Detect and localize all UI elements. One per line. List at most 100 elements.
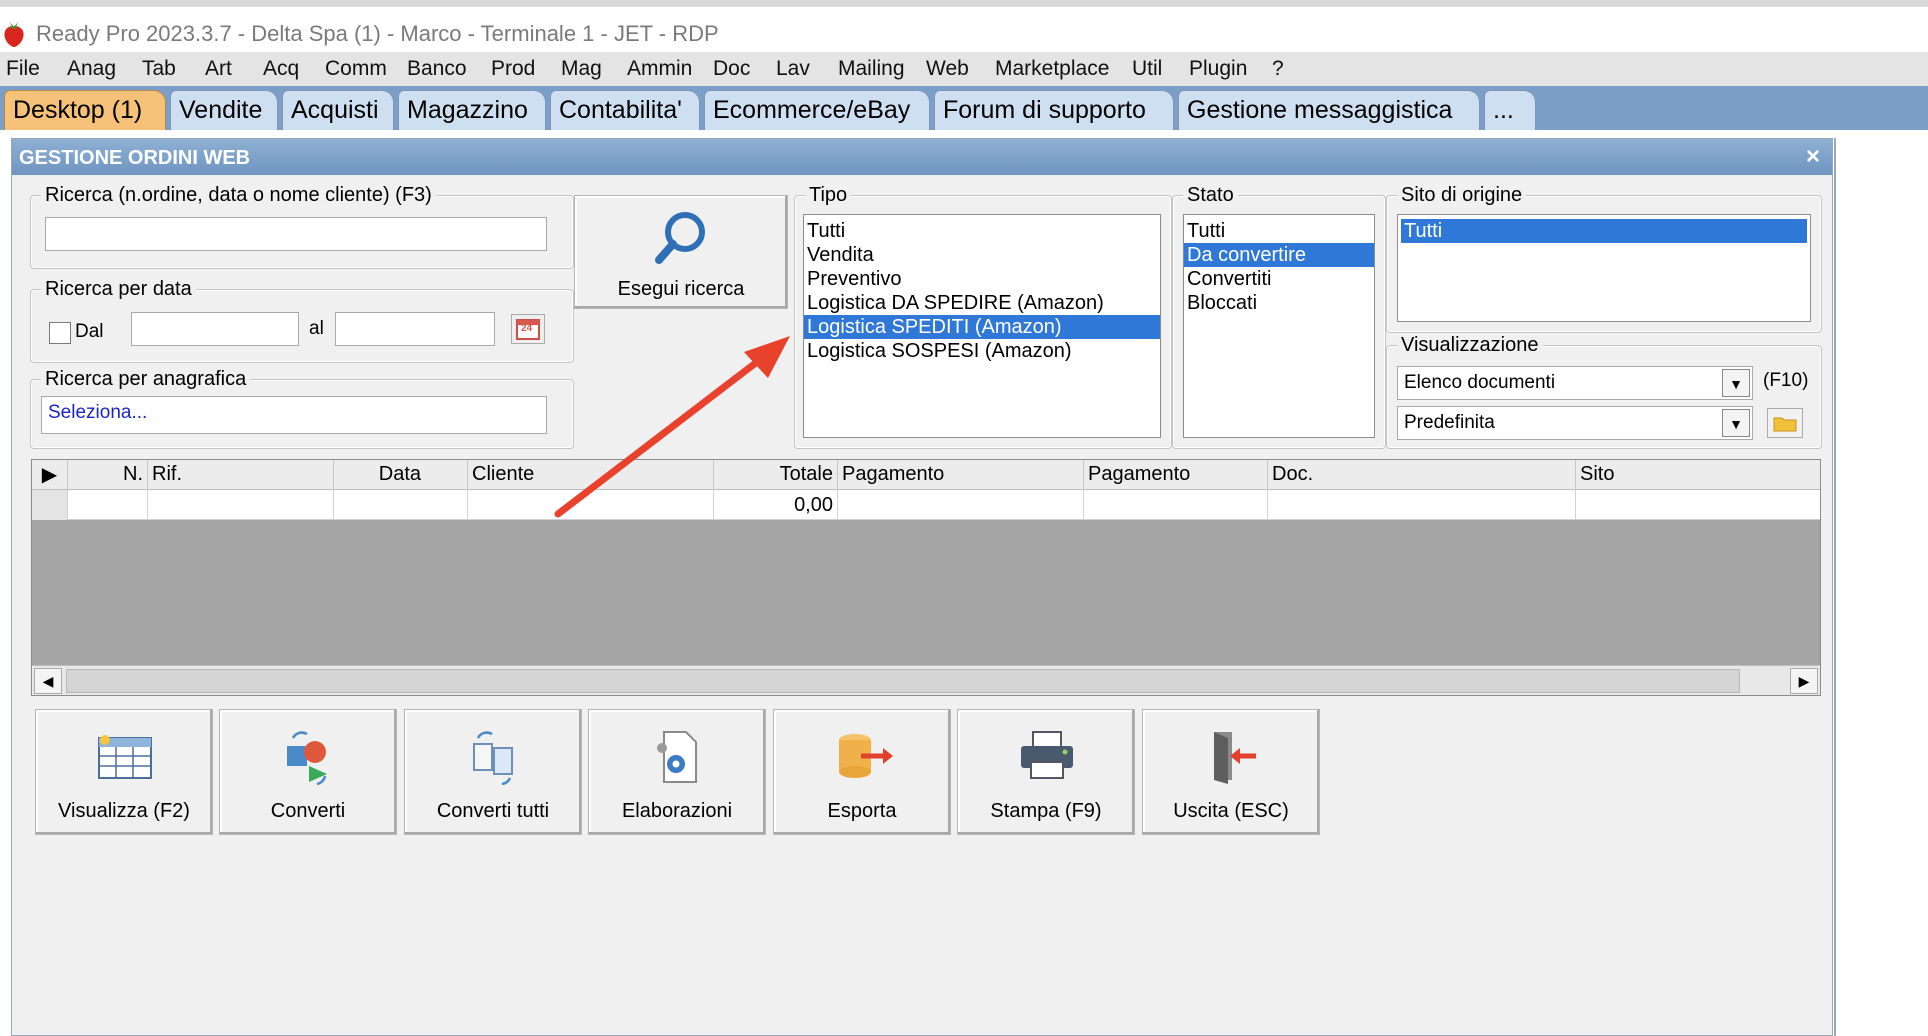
tab-contabilita[interactable]: Contabilita' [550, 90, 700, 130]
app-root: Ready Pro 2023.3.7 - Delta Spa (1) - Mar… [0, 0, 1928, 1036]
menu-prod[interactable]: Prod [491, 57, 535, 81]
database-export-icon [839, 734, 893, 778]
menu-marketplace[interactable]: Marketplace [995, 57, 1109, 81]
menu-web[interactable]: Web [926, 57, 969, 81]
date-from-checkbox[interactable] [49, 322, 71, 344]
menu-mag[interactable]: Mag [561, 57, 602, 81]
col-doc[interactable]: Doc. [1268, 460, 1576, 490]
tab-vendite[interactable]: Vendite [170, 90, 278, 130]
search-group: Ricerca (n.ordine, data o nome cliente) … [30, 184, 574, 269]
tab-forum[interactable]: Forum di supporto [934, 90, 1174, 130]
col-sito[interactable]: Sito [1576, 460, 1822, 490]
tab-desktop[interactable]: Desktop (1) [4, 90, 166, 130]
convert-all-icon [473, 731, 513, 786]
export-button[interactable]: Esporta [773, 709, 951, 835]
menu-doc[interactable]: Doc [713, 57, 750, 81]
horizontal-scrollbar[interactable]: ◀ ▶ [32, 665, 1820, 695]
sito-legend: Sito di origine [1397, 184, 1527, 207]
stato-group: Stato Tutti Da convertire Convertiti Blo… [1172, 184, 1386, 449]
date-to-input[interactable] [335, 312, 495, 346]
window-right-border [1834, 138, 1836, 1036]
table-row[interactable]: 0,00 [32, 490, 1820, 520]
stato-option[interactable]: Convertiti [1184, 267, 1374, 291]
menu-tab[interactable]: Tab [142, 57, 176, 81]
stato-option[interactable]: Tutti [1184, 219, 1374, 243]
menu-mailing[interactable]: Mailing [838, 57, 905, 81]
convert-button[interactable]: Converti [219, 709, 397, 835]
menu-anag[interactable]: Anag [67, 57, 116, 81]
tipo-option[interactable]: Tutti [804, 219, 1160, 243]
close-icon[interactable]: × [1806, 143, 1820, 171]
tab-acquisti[interactable]: Acquisti [282, 90, 394, 130]
tab-messaggistica[interactable]: Gestione messaggistica [1178, 90, 1480, 130]
tipo-option[interactable]: Preventivo [804, 267, 1160, 291]
layout-folder-button[interactable] [1767, 408, 1803, 438]
chevron-down-icon[interactable]: ▼ [1722, 409, 1750, 437]
stato-option[interactable]: Bloccati [1184, 291, 1374, 315]
cell-cliente [468, 490, 714, 520]
tab-ecommerce[interactable]: Ecommerce/eBay [704, 90, 930, 130]
menu-help[interactable]: ? [1272, 57, 1284, 81]
scroll-right-icon[interactable]: ▶ [1790, 668, 1818, 694]
print-button[interactable]: Stampa (F9) [957, 709, 1135, 835]
date-to-label: al [309, 318, 324, 339]
col-numero[interactable]: N. [68, 460, 148, 490]
layout-select[interactable]: Predefinita ▼ [1397, 406, 1753, 440]
cell-sito [1576, 490, 1822, 520]
anagrafica-select[interactable]: Seleziona... [41, 396, 547, 434]
tipo-option[interactable]: Logistica SOSPESI (Amazon) [804, 339, 1160, 363]
col-rif[interactable]: Rif. [148, 460, 334, 490]
printer-icon [1021, 731, 1073, 779]
calendar-button[interactable]: 24 [511, 314, 545, 344]
sito-listbox[interactable]: Tutti [1397, 214, 1811, 322]
menu-comm[interactable]: Comm [325, 57, 387, 81]
col-pagamento[interactable]: Pagamento [838, 460, 1084, 490]
search-input[interactable] [45, 217, 547, 251]
grid-header: ▶ N. Rif. Data Cliente Totale Pagamento … [32, 460, 1820, 490]
magnifier-icon [655, 212, 705, 264]
exit-button[interactable]: Uscita (ESC) [1142, 709, 1320, 835]
view-mode-shortcut: (F10) [1763, 370, 1809, 391]
view-button-label: Visualizza (F2) [58, 800, 190, 822]
date-search-legend: Ricerca per data [41, 278, 196, 301]
convert-all-button[interactable]: Converti tutti [404, 709, 582, 835]
scroll-thumb[interactable] [66, 669, 1740, 693]
menu-banco[interactable]: Banco [407, 57, 467, 81]
tipo-option[interactable]: Logistica DA SPEDIRE (Amazon) [804, 291, 1160, 315]
orders-grid: ▶ N. Rif. Data Cliente Totale Pagamento … [31, 459, 1821, 696]
search-button[interactable]: Esegui ricerca [574, 195, 788, 309]
chevron-down-icon[interactable]: ▼ [1722, 369, 1750, 397]
col-data[interactable]: Data [334, 460, 468, 490]
sito-option-selected[interactable]: Tutti [1401, 219, 1807, 243]
print-button-label: Stampa (F9) [990, 800, 1102, 822]
tipo-option-selected[interactable]: Logistica SPEDITI (Amazon) [804, 315, 1160, 339]
tipo-group: Tipo Tutti Vendita Preventivo Logistica … [794, 184, 1172, 449]
menu-acq[interactable]: Acq [263, 57, 299, 81]
convert-all-button-label: Converti tutti [436, 800, 550, 822]
menu-plugin[interactable]: Plugin [1189, 57, 1247, 81]
menu-file[interactable]: File [6, 57, 40, 81]
processing-button-label: Elaborazioni [621, 800, 733, 822]
strawberry-icon [4, 22, 24, 47]
processing-button[interactable]: Elaborazioni [588, 709, 766, 835]
row-selector[interactable] [32, 490, 68, 520]
menu-ammin[interactable]: Ammin [627, 57, 692, 81]
tipo-listbox[interactable]: Tutti Vendita Preventivo Logistica DA SP… [803, 214, 1161, 438]
stato-listbox[interactable]: Tutti Da convertire Convertiti Bloccati [1183, 214, 1375, 438]
menu-util[interactable]: Util [1132, 57, 1162, 81]
tab-more[interactable]: ... [1484, 90, 1536, 130]
view-mode-select[interactable]: Elenco documenti ▼ [1397, 366, 1753, 400]
date-from-input[interactable] [131, 312, 299, 346]
export-button-label: Esporta [827, 800, 897, 822]
menu-lav[interactable]: Lav [776, 57, 810, 81]
stato-option-selected[interactable]: Da convertire [1184, 243, 1374, 267]
folder-icon [1773, 417, 1797, 432]
col-pagamento-2[interactable]: Pagamento [1084, 460, 1268, 490]
scroll-left-icon[interactable]: ◀ [34, 668, 62, 694]
view-button[interactable]: Visualizza (F2) [35, 709, 213, 835]
col-cliente[interactable]: Cliente [468, 460, 714, 490]
col-totale[interactable]: Totale [714, 460, 838, 490]
tab-magazzino[interactable]: Magazzino [398, 90, 546, 130]
tipo-option[interactable]: Vendita [804, 243, 1160, 267]
menu-art[interactable]: Art [205, 57, 232, 81]
